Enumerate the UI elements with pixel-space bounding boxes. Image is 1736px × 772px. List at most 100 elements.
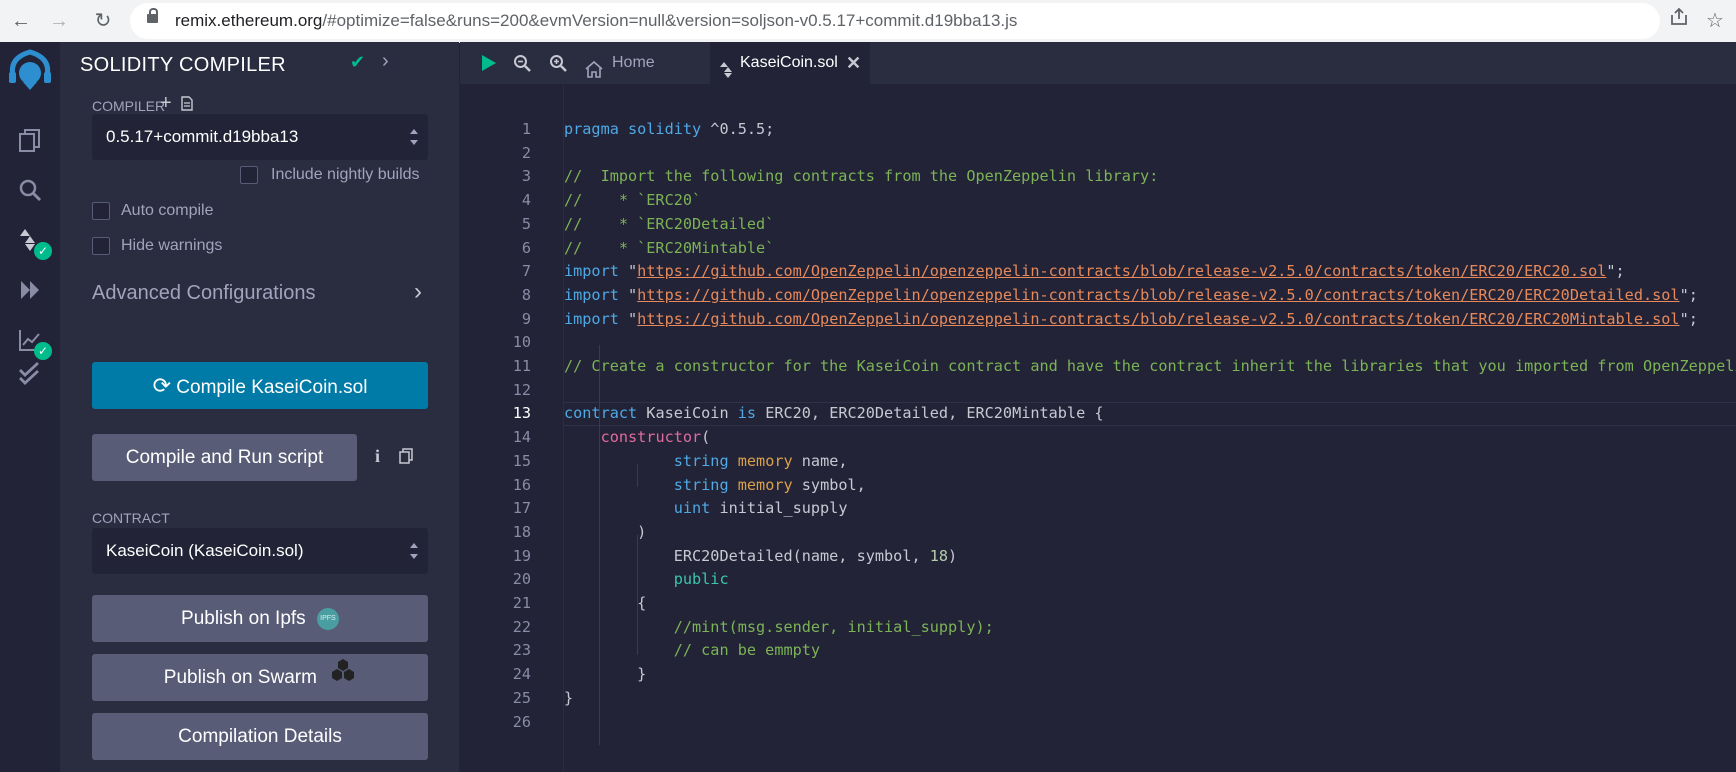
import-url-link[interactable]: https://github.com/OpenZeppelin/openzepp… [637,262,1606,280]
icon-panel: ✓ ✓ [0,42,61,772]
code-text-area[interactable]: pragma solidity ^0.5.5; // Import the fol… [564,84,1736,772]
code-token: public [673,570,729,589]
include-nightly-checkbox[interactable] [240,166,258,184]
code-line: uint initial_supply [564,497,1736,521]
unit-testing-icon[interactable] [14,358,46,390]
code-token: ERC20Detailed(name, symbol, [564,546,930,565]
code-token: import [564,309,619,328]
zoom-out-icon[interactable] [510,51,534,75]
contract-select[interactable]: KaseiCoin (KaseiCoin.sol) [92,528,428,574]
code-line: ) [564,521,1736,545]
code-token: pragma solidity [564,120,702,138]
tab-home[interactable]: Home [580,42,708,84]
code-line: // * `ERC20Detailed` [564,213,1736,237]
advanced-config-toggle[interactable]: Advanced Configurations [92,282,315,305]
code-line: // Import the following contracts from t… [564,165,1736,189]
code-line: } [564,687,1736,711]
compiler-doc-icon[interactable] [181,96,193,116]
zoom-in-icon[interactable] [546,51,570,75]
search-icon[interactable] [14,174,46,206]
code-line: { [564,592,1736,616]
line-number: 7 [521,262,531,281]
code-token: // can be emmpty [673,641,821,660]
copy-icon[interactable] [399,448,413,469]
line-number: 13 [512,404,531,423]
code-token: " [618,285,638,304]
contract-label: CONTRACT [92,510,170,526]
code-token: string [673,475,729,494]
compile-button[interactable]: ⟳ Compile KaseiCoin.sol [92,362,428,409]
reload-icon[interactable]: ↻ [88,6,118,36]
share-icon[interactable] [1664,6,1694,36]
publish-swarm-button[interactable]: Publish on Swarm [92,654,428,701]
line-number: 24 [512,665,531,684]
line-number: 23 [512,641,531,660]
auto-compile-checkbox[interactable] [92,202,110,220]
ipfs-logo-icon: IPFS [316,607,339,630]
back-arrow-icon[interactable]: ← [6,6,36,36]
line-number: 9 [521,309,531,328]
hide-warnings-checkbox[interactable] [92,237,110,255]
file-explorer-icon[interactable] [14,124,46,156]
code-token: import [564,262,619,281]
add-compiler-icon[interactable]: + [160,92,172,115]
code-line: // can be emmpty [564,639,1736,663]
code-token: } [564,665,647,684]
code-token: string [673,451,729,470]
code-line: pragma solidity ^0.5.5; [564,118,1736,142]
solidity-compiler-icon[interactable]: ✓ [14,224,52,260]
deploy-run-icon[interactable] [14,274,46,306]
code-token: // * `ERC20` [564,191,702,210]
chevron-right-icon[interactable]: › [382,50,389,73]
import-url-link[interactable]: https://github.com/OpenZeppelin/openzepp… [637,286,1679,304]
code-line: ERC20Detailed(name, symbol, 18) [564,545,1736,569]
code-line: public [564,568,1736,592]
line-number: 5 [521,214,531,233]
code-token: is [737,404,757,423]
import-url-link[interactable]: https://github.com/OpenZeppelin/openzepp… [637,310,1679,328]
remix-logo-icon[interactable] [4,46,56,92]
line-number-gutter: 1 2 3 4 5 6 7 8 9 10 11 12 13 14 15 16 17 18 19 20 21 22 23 24 2… [460,84,564,772]
info-icon[interactable]: i [375,446,380,467]
code-token: ) [564,522,647,541]
compiler-version-select[interactable]: 0.5.17+commit.d19bba13 [92,114,428,160]
advanced-chevron-icon[interactable]: › [414,278,422,306]
browser-toolbar: ← → ↻ remix.ethereum.org/#optimize=false… [0,0,1736,43]
code-line: // Create a constructor for the KaseiCoi… [564,355,1736,379]
compilation-details-button[interactable]: Compilation Details [92,713,428,760]
code-line: contract KaseiCoin is ERC20, ERC20Detail… [564,402,1736,426]
include-nightly-label: Include nightly builds [271,166,420,183]
line-number: 10 [512,333,531,352]
select-arrows-icon [410,543,418,559]
analysis-chart-icon[interactable]: ✓ [14,324,52,360]
bookmark-star-icon[interactable]: ☆ [1700,6,1730,36]
line-number: 12 [512,380,531,399]
close-tab-icon[interactable]: ✕ [846,42,861,84]
code-line: // * `ERC20` [564,189,1736,213]
select-arrows-icon [410,129,418,145]
code-line: import "https://github.com/OpenZeppelin/… [564,284,1736,308]
code-token: 18 [929,546,949,565]
line-number: 18 [512,522,531,541]
publish-ipfs-button[interactable]: Publish on Ipfs IPFS [92,595,428,642]
forward-arrow-icon[interactable]: → [44,6,74,36]
compiled-check-icon: ✓ [34,242,52,260]
code-token: ) [948,546,958,565]
address-bar[interactable]: remix.ethereum.org/#optimize=false&runs=… [130,3,1660,39]
tab-kaseicoin-sol[interactable]: KaseiCoin.sol ✕ [710,42,870,84]
run-script-play-icon[interactable] [476,51,500,75]
compile-run-script-button[interactable]: Compile and Run script [92,434,357,481]
line-number: 1 [521,120,531,138]
line-number: 22 [512,617,531,636]
code-token: } [564,688,574,707]
code-token: memory [737,475,793,494]
code-editor: Home KaseiCoin.sol ✕ 1 2 3 4 5 6 7 8 9 10 11 12 13 14… [460,42,1736,772]
line-number: 4 [521,191,531,210]
